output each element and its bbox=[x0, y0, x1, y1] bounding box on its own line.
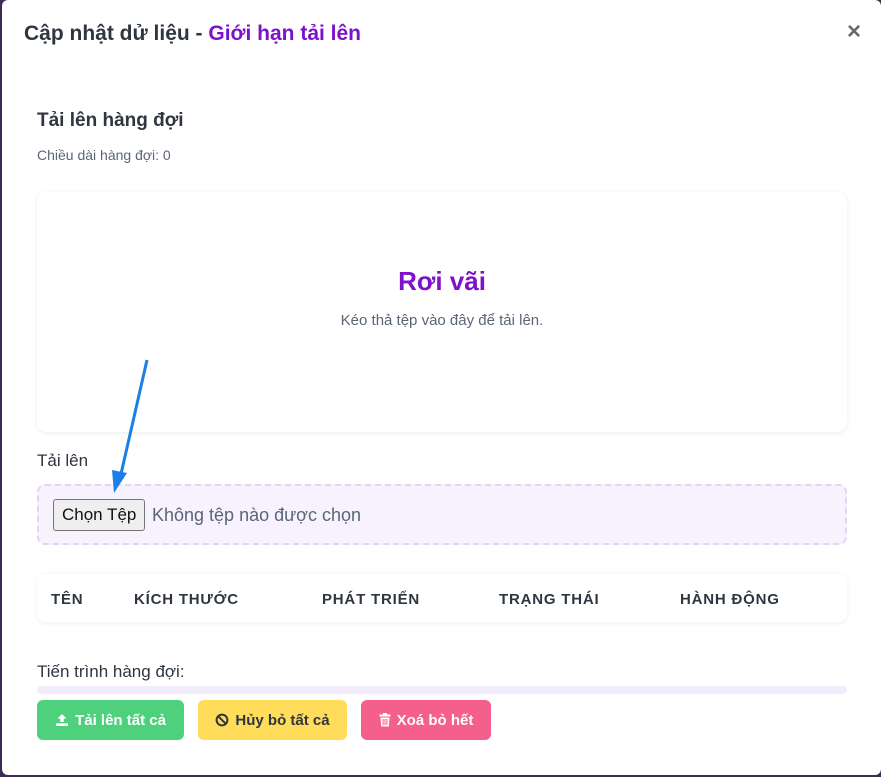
upload-label: Tải lên bbox=[37, 451, 89, 470]
remove-all-button[interactable]: Xoá bỏ hết bbox=[361, 700, 491, 740]
modal-title-prefix: Cập nhật dử liệu - bbox=[24, 22, 209, 45]
remove-all-label: Xoá bỏ hết bbox=[396, 711, 474, 729]
upload-modal: Cập nhật dử liệu - Giới hạn tải lên × Tả… bbox=[2, 0, 881, 775]
cancel-all-button[interactable]: Hủy bỏ tất cả bbox=[198, 700, 347, 740]
trash-icon bbox=[379, 713, 391, 727]
queue-progress-bar bbox=[37, 686, 847, 694]
queue-title: Tải lên hàng đợi bbox=[37, 110, 184, 131]
column-progress: PHÁT TRIỂN bbox=[322, 591, 420, 608]
upload-all-button[interactable]: Tải lên tất cả bbox=[37, 700, 184, 740]
cancel-all-label: Hủy bỏ tất cả bbox=[235, 711, 330, 729]
column-actions: HÀNH ĐỘNG bbox=[680, 591, 780, 608]
dropzone[interactable]: Rơi vãi Kéo thả tệp vào đây để tải lên. bbox=[37, 192, 847, 432]
modal-title: Cập nhật dử liệu - Giới hạn tải lên bbox=[24, 22, 361, 46]
column-status: TRẠNG THÁI bbox=[499, 591, 600, 608]
choose-file-button[interactable]: Chọn Tệp bbox=[53, 499, 146, 531]
dropzone-title: Rơi vãi bbox=[398, 266, 486, 296]
column-size: KÍCH THƯỚC bbox=[134, 591, 239, 608]
file-input-box: Chọn Tệp Không tệp nào được chọn bbox=[37, 484, 847, 545]
file-status: Không tệp nào được chọn bbox=[152, 505, 362, 525]
modal-title-accent: Giới hạn tải lên bbox=[208, 22, 362, 45]
queue-progress-label: Tiến trình hàng đợi: bbox=[37, 662, 185, 681]
table-header: TÊN KÍCH THƯỚC PHÁT TRIỂN TRẠNG THÁI HÀN… bbox=[37, 574, 847, 622]
column-name: TÊN bbox=[51, 591, 84, 608]
queue-length: Chiều dài hàng đợi: 0 bbox=[37, 147, 171, 163]
close-icon[interactable]: × bbox=[847, 20, 861, 44]
dropzone-description: Kéo thả tệp vào đây để tải lên. bbox=[340, 312, 544, 329]
upload-icon bbox=[56, 714, 69, 726]
ban-icon bbox=[216, 713, 229, 727]
upload-all-label: Tải lên tất cả bbox=[75, 711, 166, 729]
